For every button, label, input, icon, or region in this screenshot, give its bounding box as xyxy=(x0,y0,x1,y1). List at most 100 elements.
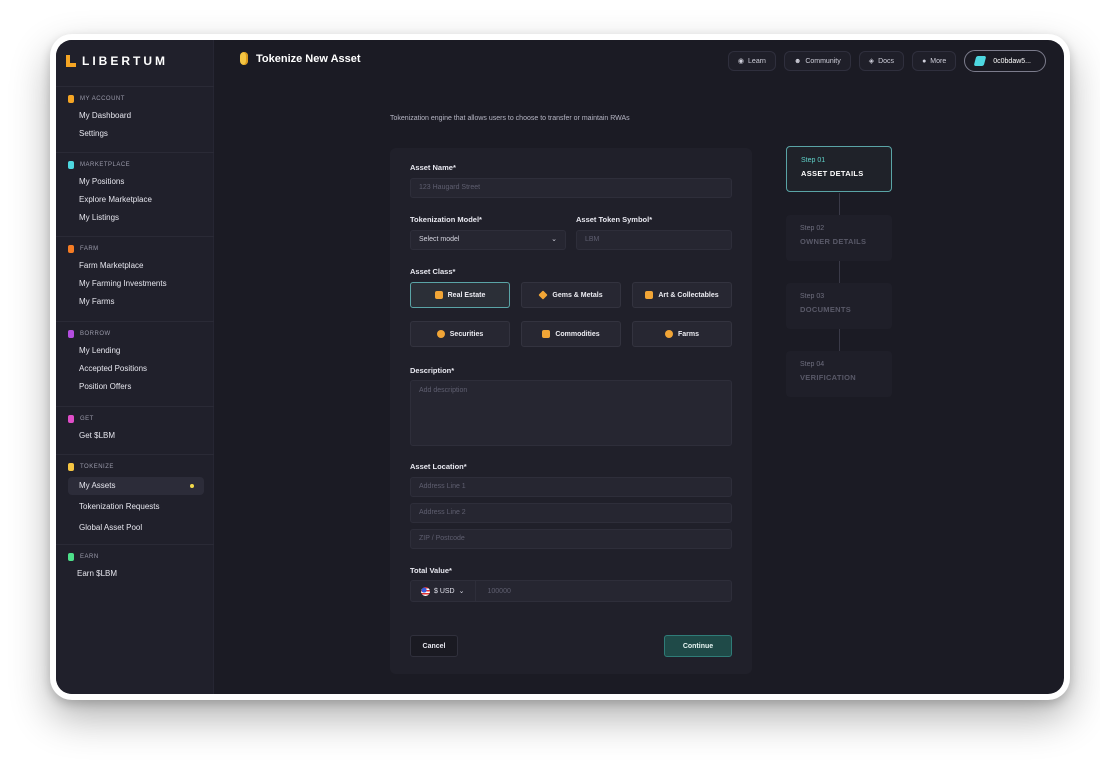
tokenization-model-label: Tokenization Model* xyxy=(410,215,482,224)
token-symbol-input[interactable]: LBM xyxy=(576,230,732,250)
asset-class-securities[interactable]: Securities xyxy=(410,321,510,347)
option-label: Farms xyxy=(677,330,699,338)
sidebar-item-my-farms[interactable]: My Farms xyxy=(56,293,214,311)
tokenization-model-select[interactable]: Select model ⌄ xyxy=(410,230,566,250)
cancel-button[interactable]: Cancel xyxy=(410,635,458,657)
section-my-account: MY ACCOUNT My Dashboard Settings xyxy=(56,86,214,143)
token-coin-icon xyxy=(240,52,248,65)
tokenize-icon xyxy=(68,463,74,471)
description-label: Description* xyxy=(410,366,455,375)
asset-class-commodities[interactable]: Commodities xyxy=(521,321,621,347)
sidebar-item-my-dashboard[interactable]: My Dashboard xyxy=(56,107,214,125)
asset-class-farms[interactable]: Farms xyxy=(632,321,732,347)
sidebar-item-explore-marketplace[interactable]: Explore Marketplace xyxy=(56,191,214,209)
community-icon: ☻ xyxy=(793,57,802,65)
asset-form-card: Asset Name* 123 Haugard Street Tokenizat… xyxy=(390,148,752,674)
step-asset-details[interactable]: Step 01 ASSET DETAILS xyxy=(786,146,892,192)
sidebar-item-earn-lbm[interactable]: Earn $LBM xyxy=(56,565,214,583)
step-connector xyxy=(839,193,840,215)
art-frame-icon xyxy=(645,291,654,299)
continue-button[interactable]: Continue xyxy=(664,635,732,657)
step-owner-details[interactable]: Step 02 OWNER DETAILS xyxy=(786,215,892,261)
step-number: Step 01 xyxy=(801,157,826,164)
address-line-1-input[interactable]: Address Line 1 xyxy=(410,477,732,497)
token-symbol-label: Asset Token Symbol* xyxy=(576,215,653,224)
section-marketplace: MARKETPLACE My Positions Explore Marketp… xyxy=(56,152,214,227)
sidebar-item-position-offers[interactable]: Position Offers xyxy=(56,378,214,396)
section-label: BORROW xyxy=(80,331,111,337)
option-label: Gems & Metals xyxy=(552,291,603,299)
step-documents[interactable]: Step 03 DOCUMENTS xyxy=(786,283,892,329)
active-indicator-dot xyxy=(190,484,194,488)
more-icon: ● xyxy=(922,57,927,65)
option-label: Real Estate xyxy=(447,291,486,299)
model-selected-value: Select model xyxy=(419,236,460,243)
farm-icon xyxy=(68,245,74,253)
section-label: MARKETPLACE xyxy=(80,162,131,168)
sidebar-item-my-farming-investments[interactable]: My Farming Investments xyxy=(56,275,214,293)
more-button[interactable]: ● More xyxy=(912,51,957,71)
currency-select[interactable]: $ USD ⌄ xyxy=(411,581,476,601)
page-title-group: Tokenize New Asset xyxy=(240,52,361,65)
section-label: GET xyxy=(80,416,94,422)
sidebar-item-accepted-positions[interactable]: Accepted Positions xyxy=(56,360,214,378)
asset-class-art-collectables[interactable]: Art & Collectables xyxy=(632,282,732,308)
sidebar-item-farm-marketplace[interactable]: Farm Marketplace xyxy=(56,257,214,275)
docs-label: Docs xyxy=(878,57,895,65)
wallet-button[interactable]: 0c0bdaw5... xyxy=(964,50,1046,72)
zip-postcode-input[interactable]: ZIP / Postcode xyxy=(410,529,732,549)
asset-class-label: Asset Class* xyxy=(410,267,456,276)
sidebar: LIBERTUM MY ACCOUNT My Dashboard Setting… xyxy=(56,40,214,694)
asset-name-input[interactable]: 123 Haugard Street xyxy=(410,178,732,198)
option-label: Securities xyxy=(449,330,484,338)
asset-location-label: Asset Location* xyxy=(410,462,467,471)
total-value-input[interactable]: 100000 xyxy=(476,588,511,595)
total-value-field: $ USD ⌄ 100000 xyxy=(410,580,732,602)
chevron-down-icon: ⌄ xyxy=(458,588,465,595)
description-textarea[interactable]: Add description xyxy=(410,380,732,446)
sidebar-item-my-listings[interactable]: My Listings xyxy=(56,209,214,227)
sidebar-item-global-asset-pool[interactable]: Global Asset Pool xyxy=(56,519,214,537)
shield-icon xyxy=(436,330,445,338)
currency-label: $ USD xyxy=(434,587,455,595)
section-label: EARN xyxy=(80,554,99,560)
page-title: Tokenize New Asset xyxy=(256,52,361,65)
docs-button[interactable]: ◈ Docs xyxy=(858,51,905,71)
community-label: Community xyxy=(805,57,841,65)
sidebar-item-settings[interactable]: Settings xyxy=(56,125,214,143)
address-line-2-input[interactable]: Address Line 2 xyxy=(410,503,732,523)
top-header: Tokenize New Asset ◉ Learn ☻ Community ◈ Do… xyxy=(214,40,1064,80)
asset-name-label: Asset Name* xyxy=(410,163,456,172)
asset-class-real-estate[interactable]: Real Estate xyxy=(410,282,510,308)
sidebar-item-label: My Assets xyxy=(79,481,116,490)
more-label: More xyxy=(930,57,947,65)
learn-label: Learn xyxy=(748,57,766,65)
asset-class-gems-metals[interactable]: Gems & Metals xyxy=(521,282,621,308)
sidebar-item-get-lbm[interactable]: Get $LBM xyxy=(56,427,214,445)
sidebar-item-my-lending[interactable]: My Lending xyxy=(56,342,214,360)
section-farm: FARM Farm Marketplace My Farming Investm… xyxy=(56,236,214,311)
step-number: Step 03 xyxy=(800,293,825,300)
learn-button[interactable]: ◉ Learn xyxy=(727,51,776,71)
step-connector xyxy=(839,261,840,283)
earn-icon xyxy=(68,553,74,561)
my-account-icon xyxy=(68,95,74,103)
us-flag-icon xyxy=(421,586,430,596)
community-button[interactable]: ☻ Community xyxy=(783,51,851,71)
section-earn: EARN Earn $LBM xyxy=(56,544,214,583)
sidebar-item-my-positions[interactable]: My Positions xyxy=(56,173,214,191)
chevron-down-icon: ⌄ xyxy=(551,236,557,243)
step-title: VERIFICATION xyxy=(800,373,856,382)
step-verification[interactable]: Step 04 VERIFICATION xyxy=(786,351,892,397)
step-title: OWNER DETAILS xyxy=(800,237,867,246)
section-label: FARM xyxy=(80,246,99,252)
page-subtitle: Tokenization engine that allows users to… xyxy=(390,115,630,122)
step-title: DOCUMENTS xyxy=(800,305,852,314)
gem-icon xyxy=(538,290,548,300)
sidebar-item-tokenization-requests[interactable]: Tokenization Requests xyxy=(56,498,214,516)
wallet-icon xyxy=(973,56,987,66)
sidebar-item-my-assets[interactable]: My Assets xyxy=(68,477,204,495)
brand-logo[interactable]: LIBERTUM xyxy=(66,54,168,68)
get-icon xyxy=(68,415,74,423)
marketplace-icon xyxy=(68,161,74,169)
